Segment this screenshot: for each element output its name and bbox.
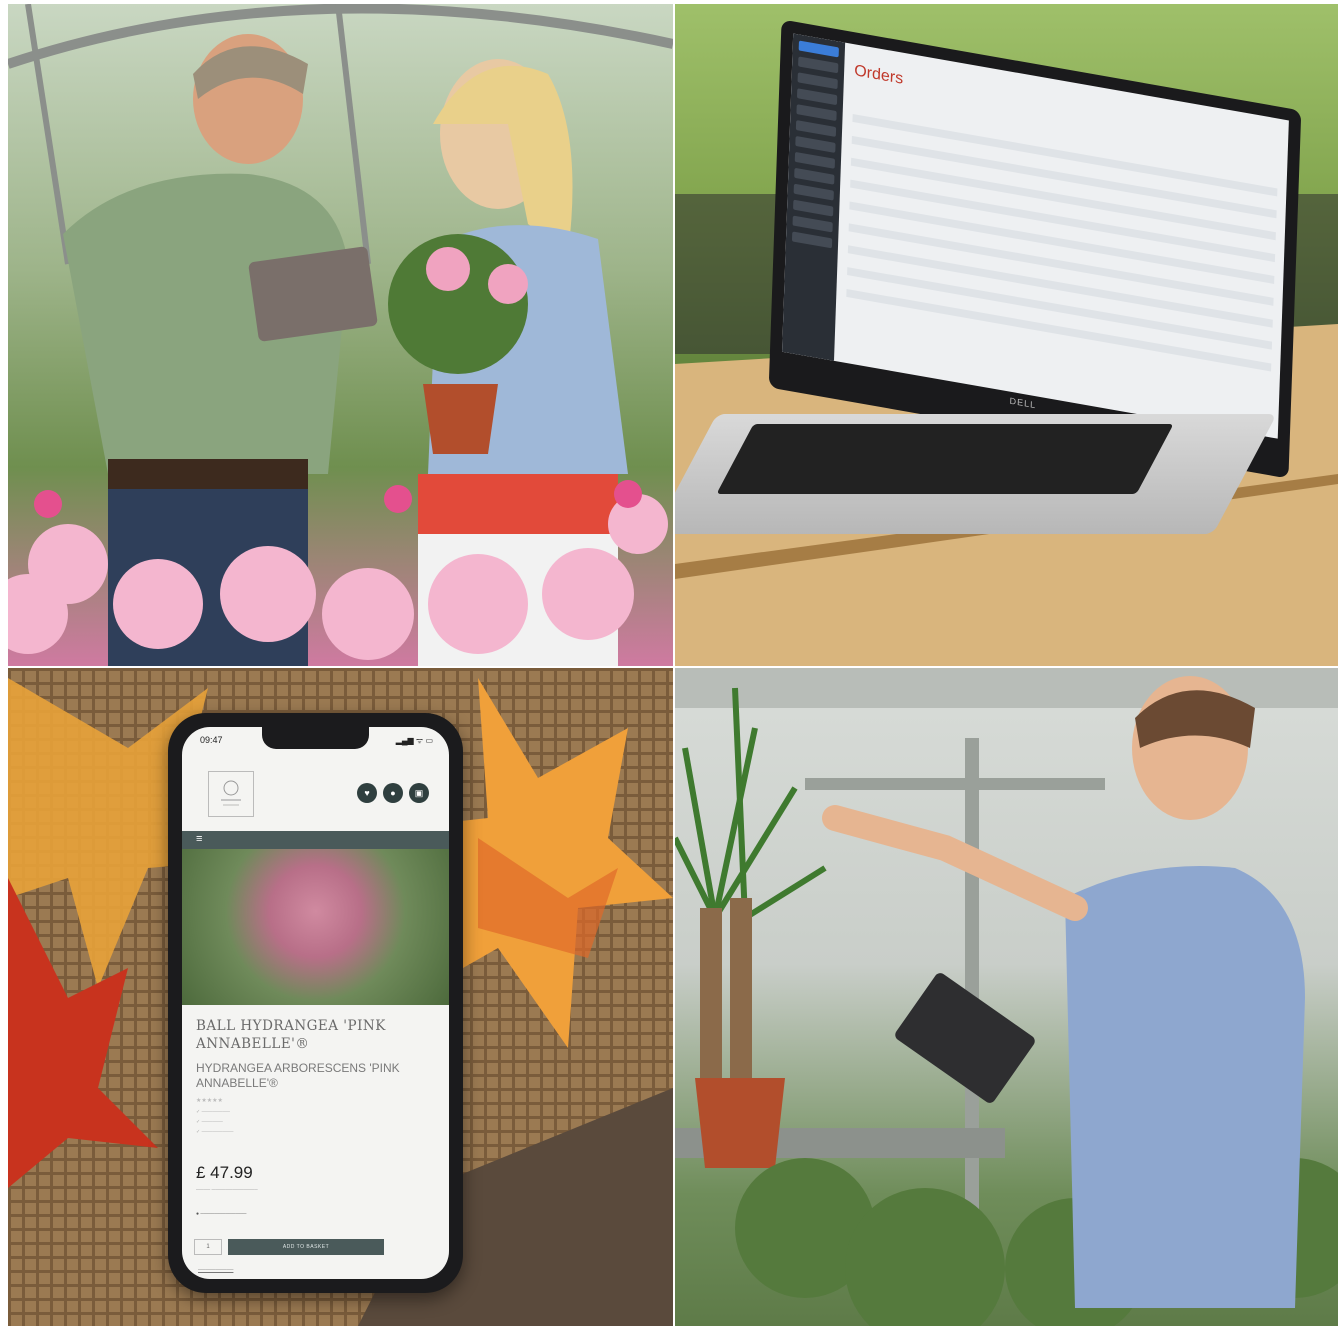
smartphone: 09:47 ▂▄▆ ᯤ ▭ ♥ ● ▣ ≡ BALL HYDRANGEA 'PI…: [168, 713, 463, 1293]
product-image[interactable]: [182, 849, 449, 1005]
photo-phone-product-page: 09:47 ▂▄▆ ᯤ ▭ ♥ ● ▣ ≡ BALL HYDRANGEA 'PI…: [8, 668, 673, 1326]
photo-garden-centre-couple: [8, 4, 673, 666]
user-icon[interactable]: ●: [383, 783, 403, 803]
photo-laptop-orders: Orders DELL: [675, 4, 1338, 666]
price-note: ──── ─────────────: [196, 1187, 258, 1193]
nav-bar: ≡: [182, 831, 449, 849]
store-logo[interactable]: [208, 771, 254, 817]
laptop-keyboard: [716, 424, 1174, 494]
phone-notch: [262, 727, 369, 749]
status-icons: ▂▄▆ ᯤ ▭: [395, 736, 433, 745]
photo-greenhouse-yucca: [675, 668, 1338, 1326]
feature-line: ✓ ────────: [196, 1109, 230, 1115]
heart-icon[interactable]: ♥: [357, 783, 377, 803]
add-to-basket-button[interactable]: ADD TO BASKET: [228, 1239, 384, 1255]
price: £ 47.99: [196, 1163, 253, 1182]
menu-icon[interactable]: ≡: [196, 833, 202, 845]
admin-sidebar: [782, 33, 846, 361]
status-time: 09:47: [200, 735, 223, 745]
quantity-field[interactable]: 1: [194, 1239, 222, 1255]
wishlist-link[interactable]: ──────────: [198, 1267, 233, 1273]
feature-line: ✓ ─────────: [196, 1129, 234, 1135]
feature-line: ✓ ──────: [196, 1119, 223, 1125]
laptop-screen: Orders: [782, 33, 1289, 439]
header-icons: ♥ ● ▣: [357, 783, 429, 803]
orders-title: Orders: [853, 62, 904, 88]
availability: ● ─────────────: [196, 1211, 247, 1217]
basket-icon[interactable]: ▣: [409, 783, 429, 803]
greenhouse-scene: [675, 668, 1338, 1326]
phone-screen: 09:47 ▂▄▆ ᯤ ▭ ♥ ● ▣ ≡ BALL HYDRANGEA 'PI…: [182, 727, 449, 1279]
rating-stars: ★★★★★: [196, 1098, 223, 1104]
product-title: BALL HYDRANGEA 'PINK ANNABELLE'®: [196, 1018, 386, 1052]
dell-logo: DELL: [1009, 395, 1037, 411]
garden-centre-scene: [8, 4, 673, 666]
product-subtitle: HYDRANGEA ARBORESCENS 'PINK ANNABELLE'®: [196, 1061, 400, 1090]
store-logo-icon: [221, 780, 241, 806]
